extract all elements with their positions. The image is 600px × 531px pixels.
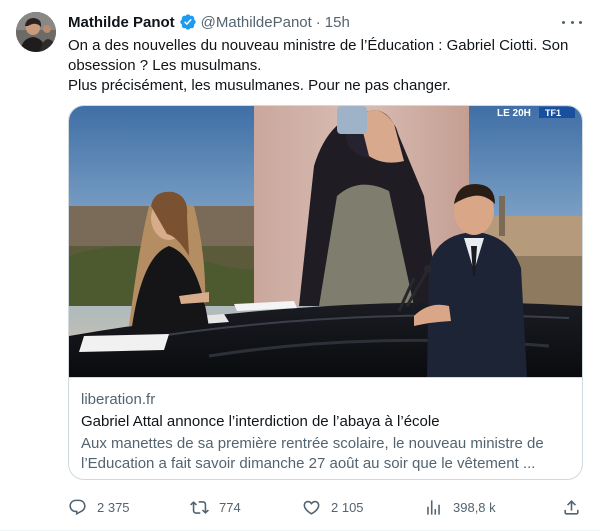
like-button[interactable]: 2 105 xyxy=(302,498,364,517)
tweet-timestamp[interactable]: 15h xyxy=(325,14,350,31)
retweet-button[interactable]: 774 xyxy=(190,498,241,517)
reply-icon xyxy=(68,498,87,517)
more-dots-icon[interactable] xyxy=(562,14,582,30)
retweet-icon xyxy=(190,498,209,517)
link-card-image[interactable]: LE 20H TF1 xyxy=(69,106,582,378)
views-count: 398,8 k xyxy=(453,499,496,515)
tweet[interactable]: Mathilde Panot @MathildePanot · 15h On a… xyxy=(0,0,600,531)
author-name[interactable]: Mathilde Panot xyxy=(68,14,175,31)
views-chart-icon xyxy=(424,498,443,517)
link-card-title[interactable]: Gabriel Attal annonce l’interdiction de … xyxy=(81,412,571,432)
watermark: LE 20H xyxy=(497,108,531,119)
retweet-count: 774 xyxy=(219,499,241,515)
reply-count: 2 375 xyxy=(97,499,130,515)
tweet-text: On a des nouvelles du nouveau ministre d… xyxy=(68,36,588,96)
tweet-header: Mathilde Panot @MathildePanot · 15h xyxy=(68,12,350,32)
heart-icon xyxy=(302,498,321,517)
views-button[interactable]: 398,8 k xyxy=(424,498,496,517)
author-handle[interactable]: @MathildePanot xyxy=(201,14,312,31)
link-card-meta: liberation.fr Gabriel Attal annonce l’in… xyxy=(81,390,571,474)
link-card-domain: liberation.fr xyxy=(81,391,156,408)
link-card-description: Aux manettes de sa première rentrée scol… xyxy=(81,435,544,472)
tweet-actions: 2 375 774 2 105 398,8 k xyxy=(68,495,583,519)
tweet-text-line: On a des nouvelles du nouveau ministre d… xyxy=(68,37,569,74)
like-count: 2 105 xyxy=(331,499,364,515)
avatar[interactable] xyxy=(16,12,56,52)
tweet-text-line: Plus précisément, les musulmanes. Pour n… xyxy=(68,77,451,94)
verified-badge-icon xyxy=(179,13,197,31)
link-card[interactable]: LE 20H TF1 liberation.fr Gabriel Attal a… xyxy=(68,105,583,480)
separator-dot: · xyxy=(315,13,321,31)
share-icon xyxy=(562,498,581,517)
share-button[interactable] xyxy=(562,498,581,517)
svg-text:TF1: TF1 xyxy=(545,108,561,118)
reply-button[interactable]: 2 375 xyxy=(68,498,130,517)
